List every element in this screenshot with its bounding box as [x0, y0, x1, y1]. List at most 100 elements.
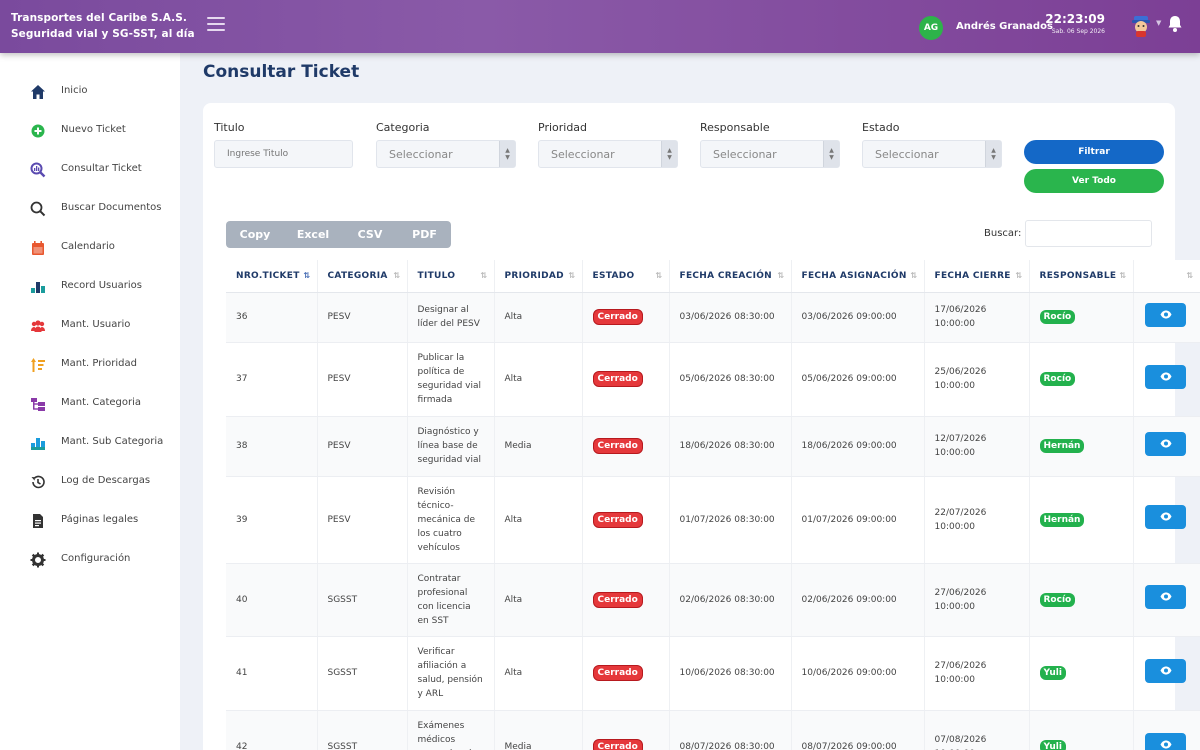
eye-icon: [1160, 666, 1171, 674]
column-header-label: RESPONSABLE: [1039, 270, 1117, 281]
buscar-input[interactable]: [1025, 220, 1152, 247]
eye-icon: [1160, 740, 1171, 748]
cell-categoria: PESV: [317, 476, 408, 564]
prioridad-select-value: Seleccionar: [551, 148, 615, 161]
cell-fecha-cierre: 27/06/2026 10:00:00: [924, 636, 1030, 711]
view-ticket-button[interactable]: [1144, 732, 1186, 750]
user-name[interactable]: Andrés Granados: [956, 21, 1053, 32]
eye-icon: [1160, 439, 1171, 447]
status-badge: Cerrado: [592, 511, 643, 528]
cell-fecha-asignacion: 08/07/2026 09:00:00: [791, 710, 925, 750]
sidebar-item-mant-usuario[interactable]: Mant. Usuario: [0, 311, 180, 341]
cell-responsable: Rocío: [1029, 292, 1134, 343]
cell-titulo: Contratar profesional con licencia en SS…: [407, 563, 495, 637]
cell-titulo: Designar al líder del PESV: [407, 292, 495, 343]
ver-todo-button[interactable]: Ver Todo: [1024, 169, 1164, 193]
cell-prioridad: Alta: [494, 563, 583, 637]
view-ticket-button[interactable]: [1144, 585, 1186, 609]
column-header-fecha-creacion[interactable]: FECHA CREACIÓN ⇅: [669, 260, 792, 293]
categoria-select-value: Seleccionar: [389, 148, 453, 161]
titulo-input[interactable]: [214, 140, 353, 168]
pdf-button[interactable]: PDF: [398, 221, 451, 248]
cell-categoria: PESV: [317, 416, 408, 477]
status-badge: Cerrado: [592, 309, 643, 325]
column-header-responsable[interactable]: RESPONSABLE ⇅: [1029, 260, 1134, 293]
sidebar-item-mant-categoria[interactable]: Mant. Categoria: [0, 389, 180, 419]
view-ticket-button[interactable]: [1144, 431, 1186, 456]
cell-responsable: Hernán: [1029, 476, 1134, 564]
excel-button[interactable]: Excel: [284, 221, 342, 248]
cell-fecha-asignacion: 03/06/2026 09:00:00: [791, 292, 925, 343]
cierre-hora: 10:00:00: [934, 521, 975, 532]
view-ticket-button[interactable]: [1144, 658, 1186, 683]
cierre-hora: 10:00:00: [934, 319, 975, 329]
prioridad-select[interactable]: Seleccionar ▲ ▼: [538, 140, 678, 168]
view-ticket-button[interactable]: [1144, 505, 1186, 529]
sidebar-item-record-usuarios[interactable]: Record Usuarios: [0, 272, 180, 302]
table-row: 39 PESV Revisión técnico-mecánica de los c…: [226, 476, 1200, 564]
cierre-fecha: 27/06/2026: [934, 661, 987, 671]
cell-responsable: Yuli: [1029, 710, 1134, 750]
cierre-fecha: 12/07/2026: [934, 434, 987, 444]
sidebar-item-mant-prioridad[interactable]: Mant. Prioridad: [0, 350, 180, 380]
column-header-categoria[interactable]: CATEGORIA ⇅: [317, 260, 408, 293]
chevron-down-icon[interactable]: ▼: [1156, 19, 1161, 27]
cell-prioridad: Alta: [494, 476, 583, 564]
estado-select[interactable]: Seleccionar ▲ ▼: [862, 140, 1002, 168]
csv-button[interactable]: CSV: [342, 221, 398, 248]
column-header-nro-ticket[interactable]: NRO.TICKET ⇅: [226, 260, 318, 293]
sidebar-item-consultar-ticket[interactable]: Consultar Ticket: [0, 155, 180, 185]
cell-fecha-creacion: 10/06/2026 08:30:00: [669, 636, 792, 711]
cell-titulo: Diagnóstico y línea base de seguridad vi…: [407, 416, 495, 477]
cell-estado: Cerrado: [582, 416, 670, 477]
cell-nro-ticket: 41: [226, 636, 318, 711]
view-ticket-button[interactable]: [1144, 364, 1186, 389]
status-badge: Cerrado: [592, 739, 643, 750]
cell-estado: Cerrado: [582, 636, 670, 711]
cell-estado: Cerrado: [582, 476, 670, 564]
copy-button[interactable]: Copy: [226, 221, 284, 248]
user-avatar[interactable]: AG: [919, 16, 943, 40]
cell-titulo: Publicar la política de seguridad vial f…: [407, 342, 495, 417]
cell-fecha-asignacion: 01/07/2026 09:00:00: [791, 476, 925, 564]
cell-fecha-creacion: 18/06/2026 08:30:00: [669, 416, 792, 477]
sidebar-item-nuevo-ticket[interactable]: Nuevo Ticket: [0, 116, 180, 146]
column-header-acciones[interactable]: ⇅: [1133, 260, 1200, 293]
mascot-avatar-icon[interactable]: [1130, 14, 1152, 38]
sort-icon: ⇅: [910, 271, 918, 280]
menu-toggle-icon[interactable]: [207, 17, 225, 33]
cell-acciones: [1133, 636, 1200, 711]
calendar-icon: [32, 241, 44, 255]
sidebar-item-inicio[interactable]: Inicio: [0, 77, 180, 107]
responsable-label: Responsable: [700, 121, 770, 134]
sidebar-item-buscar-documentos[interactable]: Buscar Documentos: [0, 194, 180, 224]
column-header-estado[interactable]: ESTADO ⇅: [582, 260, 670, 293]
sidebar-item-label: Páginas legales: [61, 514, 139, 525]
column-header-titulo[interactable]: TITULO ⇅: [407, 260, 495, 293]
view-ticket-button[interactable]: [1144, 302, 1186, 327]
sidebar-item-paginas-legales[interactable]: Páginas legales: [0, 506, 180, 536]
brand-tagline: Seguridad vial y SG-SST, al día: [11, 28, 195, 40]
sidebar-item-log-descargas[interactable]: Log de Descargas: [0, 467, 180, 497]
column-header-prioridad[interactable]: PRIORIDAD ⇅: [494, 260, 583, 293]
column-header-label: NRO.TICKET: [236, 270, 300, 281]
status-badge: Cerrado: [592, 371, 643, 387]
sort-icon: ⇅: [1119, 271, 1127, 280]
categoria-select[interactable]: Seleccionar ▲ ▼: [376, 140, 516, 168]
filtrar-button[interactable]: Filtrar: [1024, 140, 1164, 164]
table-row: 38 PESV Diagnóstico y línea base de seguri…: [226, 416, 1200, 477]
responsable-select[interactable]: Seleccionar ▲ ▼: [700, 140, 840, 168]
cell-responsable: Hernán: [1029, 416, 1134, 477]
plus-circle-icon: [31, 124, 45, 138]
table-row: 40 SGSST Contratar profesional con licenci…: [226, 563, 1200, 637]
sidebar-item-calendario[interactable]: Calendario: [0, 233, 180, 263]
sort-icon: ⇅: [303, 271, 311, 280]
responsable-badge: Hernán: [1039, 439, 1085, 453]
sidebar-item-configuracion[interactable]: Configuración: [0, 545, 180, 575]
sidebar-item-mant-sub-categoria[interactable]: Mant. Sub Categoria: [0, 428, 180, 458]
column-header-fecha-asignacion[interactable]: FECHA ASIGNACIÓN ⇅: [791, 260, 925, 293]
sidebar: Inicio Nuevo Ticket Consultar Ticket Bus…: [0, 53, 180, 750]
bell-icon[interactable]: [1167, 15, 1183, 33]
sidebar-item-label: Calendario: [61, 241, 115, 252]
column-header-fecha-cierre[interactable]: FECHA CIERRE ⇅: [924, 260, 1030, 293]
